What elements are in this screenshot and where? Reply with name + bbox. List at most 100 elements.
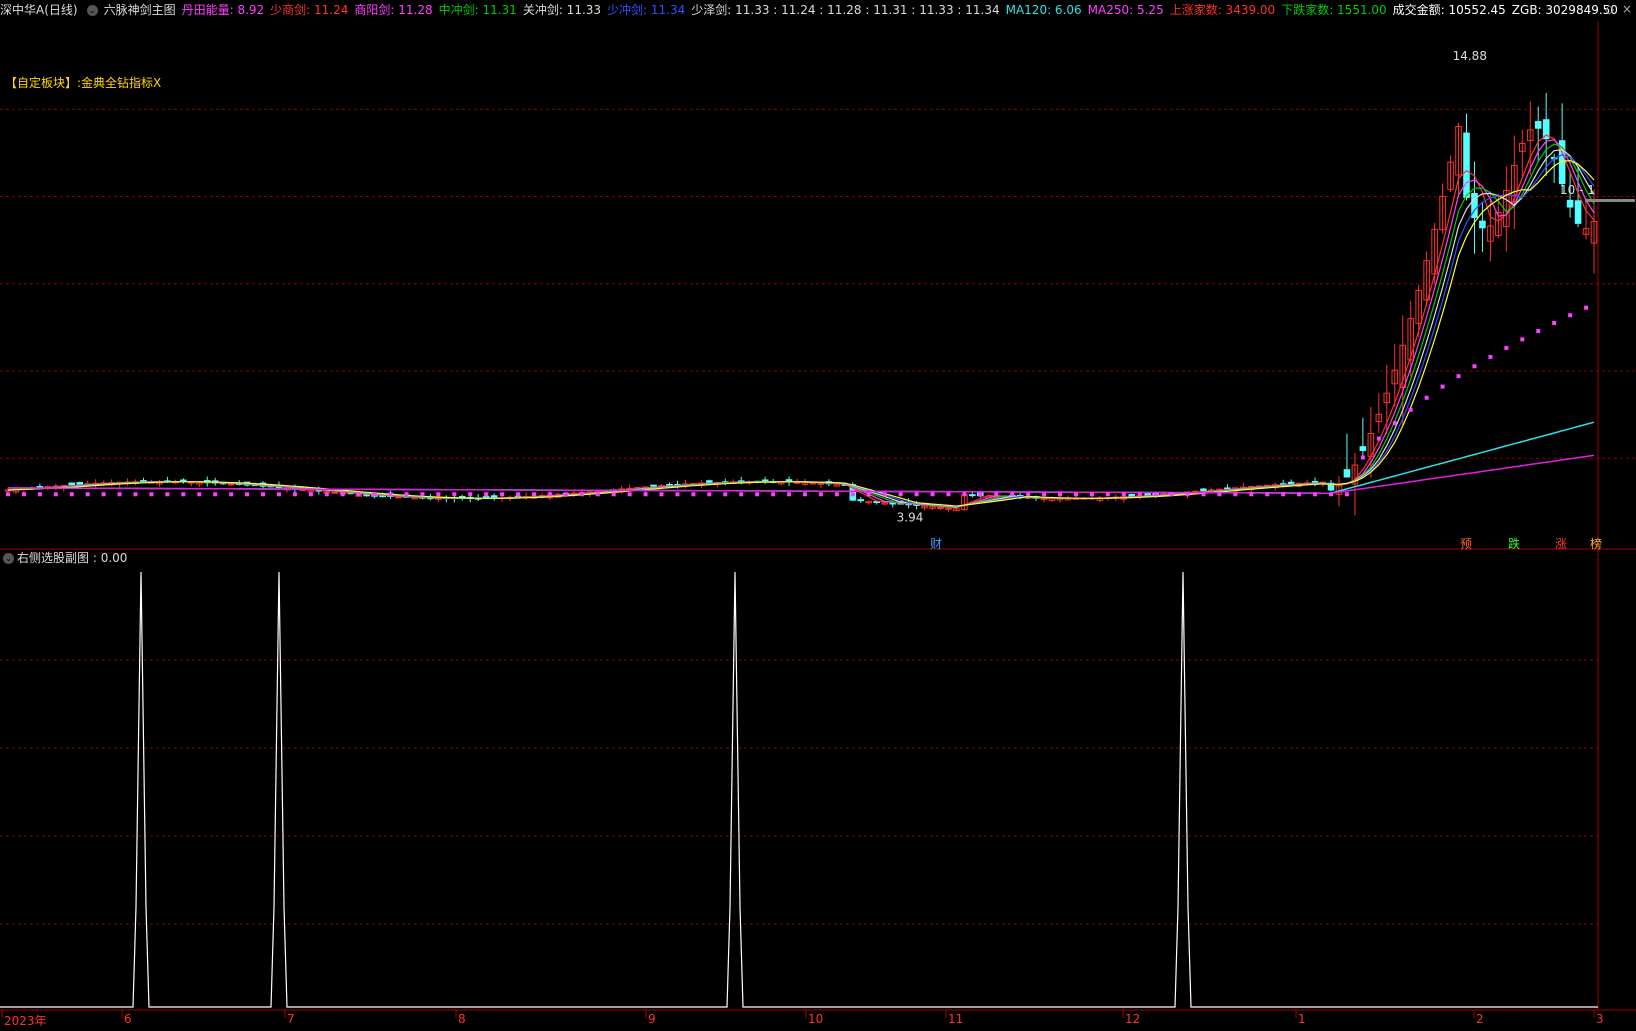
energy-dot: [1552, 321, 1557, 326]
signal-2: 涨: [1555, 536, 1567, 551]
signal-1: 跌: [1508, 536, 1520, 551]
candle-body: [1534, 121, 1542, 129]
energy-dot: [101, 492, 106, 497]
energy-dot: [834, 492, 839, 497]
energy-dot: [547, 492, 552, 497]
header-item-5: 少冲剑: 11.34: [607, 3, 686, 17]
close-icon[interactable]: ×: [1622, 2, 1632, 16]
chevron-down-icon[interactable]: ⌄: [3, 553, 14, 564]
time-axis-label: 1: [1298, 1012, 1306, 1026]
header-item-7: MA120: 6.06: [1005, 3, 1082, 17]
energy-dot: [1392, 421, 1397, 426]
energy-dot: [1376, 436, 1381, 441]
energy-dot: [787, 492, 792, 497]
header-item-9: 上涨家数: 3439.00: [1169, 3, 1276, 17]
sword-line-4: [7, 154, 1595, 508]
energy-dot: [946, 492, 951, 497]
candle-body: [1311, 481, 1319, 484]
time-axis-label: 7: [287, 1012, 295, 1026]
energy-dot: [1520, 337, 1525, 342]
energy-dot: [723, 492, 728, 497]
energy-dot: [1313, 492, 1318, 497]
energy-dot: [1105, 492, 1110, 497]
header-item-6: 少泽剑: 11.33 : 11.24 : 11.28 : 11.31 : 11.…: [691, 3, 1000, 17]
energy-dot: [21, 492, 26, 497]
time-axis: 2023年 6 7 8 9 10 11 12 1 2 3: [0, 1010, 1636, 1031]
energy-dot: [914, 492, 919, 497]
energy-dot: [516, 492, 521, 497]
candle-body: [889, 502, 896, 505]
sub-chart-header: ⌄ 右侧选股副图 : 0.00: [0, 548, 127, 568]
candle-body: [1574, 200, 1582, 224]
energy-dot: [1089, 492, 1094, 497]
energy-dot: [659, 492, 664, 497]
time-axis-label: 2: [1476, 1012, 1484, 1026]
energy-dot: [1137, 492, 1142, 497]
energy-dot: [1536, 329, 1541, 334]
energy-dot: [563, 492, 568, 497]
energy-dot: [755, 492, 760, 497]
candle-body: [1144, 493, 1151, 496]
energy-dot: [1073, 492, 1078, 497]
custom-block-title: 【自定板块】:: [5, 76, 82, 90]
energy-dot: [1504, 345, 1509, 350]
energy-dot: [1217, 492, 1222, 497]
time-axis-label: 8: [458, 1012, 466, 1026]
energy-dot: [340, 492, 345, 497]
energy-dot: [707, 492, 712, 497]
energy-dot: [404, 492, 409, 497]
candle-body: [76, 482, 84, 485]
energy-dot: [818, 492, 823, 497]
candle-body: [1200, 488, 1207, 492]
energy-dot: [5, 492, 10, 497]
energy-dot: [675, 492, 680, 497]
energy-dot: [611, 492, 616, 497]
energy-dot: [1424, 395, 1429, 400]
energy-dot: [229, 492, 234, 497]
candle-body: [1287, 481, 1295, 485]
sub-chart-name: 右侧选股副图: [17, 551, 90, 565]
main-chart[interactable]: 14.88 3.94 10 - 1 财 预 跌 涨 榜: [0, 0, 1636, 1031]
time-axis-label: 9: [648, 1012, 656, 1026]
header-item-10: 下跌家数: 1551.00: [1281, 3, 1387, 17]
energy-dot: [372, 492, 377, 497]
energy-dot: [1472, 364, 1477, 369]
candle-body: [1343, 469, 1351, 478]
energy-dot: [1281, 492, 1286, 497]
energy-dot: [1201, 492, 1206, 497]
energy-dot: [1440, 384, 1445, 389]
energy-dot: [898, 492, 903, 497]
candle-body: [331, 491, 339, 494]
energy-dot: [37, 492, 42, 497]
time-axis-label: 11: [948, 1012, 964, 1026]
energy-dot: [276, 492, 281, 497]
energy-dot: [978, 492, 983, 497]
energy-dot: [1058, 492, 1063, 497]
energy-dot: [771, 492, 776, 497]
energy-dot: [1297, 492, 1302, 497]
energy-dot: [1360, 455, 1365, 460]
energy-dot: [1456, 374, 1461, 379]
energy-dot: [1265, 492, 1270, 497]
energy-dot: [1329, 492, 1334, 497]
candle-body: [937, 507, 944, 510]
energy-dot: [1153, 492, 1158, 497]
energy-dot: [85, 492, 90, 497]
energy-dot: [930, 492, 935, 497]
diamond-icon[interactable]: ◇: [1605, 2, 1614, 16]
candle-body: [1463, 132, 1470, 198]
energy-dot: [261, 492, 266, 497]
candle-body: [1359, 446, 1367, 451]
candle-body: [650, 484, 657, 487]
energy-dot: [643, 492, 648, 497]
energy-dot: [1121, 492, 1126, 497]
candle-body: [363, 494, 370, 497]
energy-dot: [388, 492, 393, 497]
sword-line-2: [7, 143, 1595, 508]
energy-dot: [69, 492, 74, 497]
right-price-label: 10 - 1: [1560, 183, 1595, 197]
energy-dot: [532, 492, 537, 497]
fin-marker: 财: [930, 537, 942, 551]
energy-dot: [1042, 492, 1047, 497]
header-item-2: 商阳剑: 11.28: [354, 3, 433, 17]
